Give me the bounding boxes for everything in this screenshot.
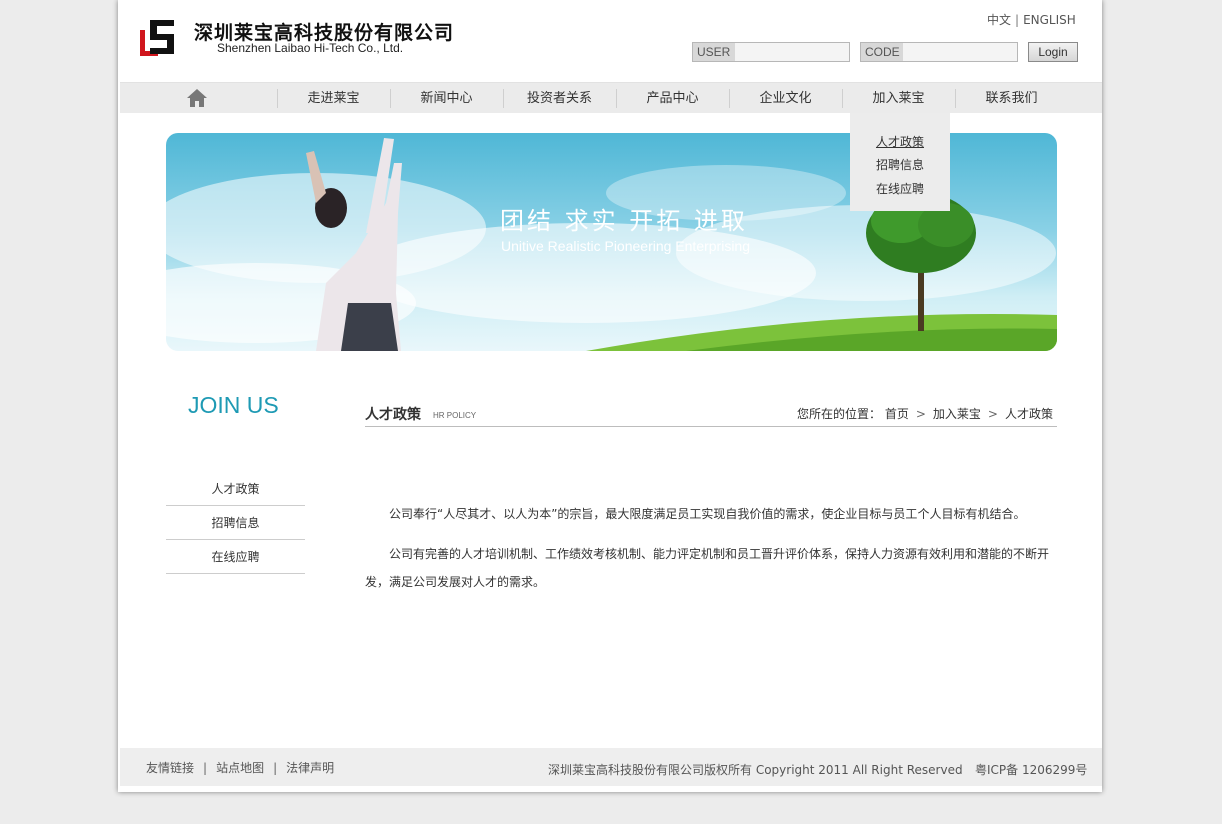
- footer: 友情链接 | 站点地图 | 法律声明 深圳莱宝高科技股份有限公司版权所有 Copyrig…: [120, 748, 1102, 786]
- page-frame: 深圳莱宝高科技股份有限公司 Shenzhen Laibao Hi-Tech Co…: [118, 0, 1102, 792]
- language-switcher: 中文 | ENGLISH: [987, 11, 1076, 28]
- logo-mark-icon: [140, 20, 174, 56]
- footer-links: 友情链接 | 站点地图 | 法律声明: [146, 759, 334, 776]
- join-dropdown-menu: 人才政策 招聘信息 在线应聘: [850, 113, 950, 211]
- dropdown-item-hr-policy[interactable]: 人才政策: [850, 133, 950, 150]
- nav-item-culture[interactable]: 企业文化: [729, 83, 842, 114]
- nav-item-products[interactable]: 产品中心: [616, 83, 729, 114]
- dropdown-item-recruitment[interactable]: 招聘信息: [850, 156, 950, 173]
- footer-separator: |: [203, 761, 208, 775]
- lang-separator: |: [1015, 13, 1020, 27]
- code-label: CODE: [861, 43, 903, 61]
- breadcrumb-current: 人才政策: [1004, 407, 1053, 421]
- user-label: USER: [693, 43, 735, 61]
- nav-item-contact[interactable]: 联系我们: [955, 83, 1068, 114]
- user-field: USER: [692, 42, 850, 62]
- login-button[interactable]: Login: [1028, 42, 1078, 62]
- nav-item-join[interactable]: 加入莱宝: [842, 83, 955, 114]
- chevron-right-icon: >: [915, 407, 926, 421]
- sidebar-item-hr-policy[interactable]: 人才政策: [166, 472, 305, 506]
- icp-number: 粤ICP备 1206299号: [975, 763, 1088, 777]
- sidebar-item-recruitment[interactable]: 招聘信息: [166, 506, 305, 540]
- company-logo[interactable]: 深圳莱宝高科技股份有限公司 Shenzhen Laibao Hi-Tech Co…: [140, 16, 453, 58]
- code-field: CODE: [860, 42, 1018, 62]
- footer-link-legal[interactable]: 法律声明: [286, 761, 334, 775]
- footer-link-friends[interactable]: 友情链接: [146, 761, 194, 775]
- breadcrumb-label: 您所在的位置：: [796, 407, 881, 421]
- content-header: 人才政策 HR POLICY 您所在的位置： 首页 > 加入莱宝 > 人才政策: [365, 404, 1057, 427]
- footer-separator: |: [273, 761, 278, 775]
- content-paragraph: 公司有完善的人才培训机制、工作绩效考核机制、能力评定机制和员工晋升评价体系，保持…: [365, 547, 1050, 589]
- nav-item-about[interactable]: 走进莱宝: [277, 83, 390, 114]
- page-title: 人才政策: [365, 407, 421, 423]
- banner-slogan-en: Unitive Realistic Pioneering Enterprisin…: [501, 238, 751, 254]
- breadcrumb-join[interactable]: 加入莱宝: [933, 407, 981, 421]
- home-icon[interactable]: [186, 88, 208, 108]
- banner-slogan-cn: 团结 求实 开拓 进取: [500, 207, 748, 235]
- company-name-en: Shenzhen Laibao Hi-Tech Co., Ltd.: [217, 41, 404, 55]
- content-paragraph: 公司奉行“人尽其才、以人为本”的宗旨，最大限度满足员工实现自我价值的需求，使企业…: [389, 507, 1026, 521]
- nav-item-news[interactable]: 新闻中心: [390, 83, 503, 114]
- sidebar-item-apply-online[interactable]: 在线应聘: [166, 540, 305, 574]
- breadcrumb-home[interactable]: 首页: [885, 407, 909, 421]
- copyright-text: 深圳莱宝高科技股份有限公司版权所有 Copyright 2011 All Rig…: [548, 763, 963, 777]
- breadcrumb: 您所在的位置： 首页 > 加入莱宝 > 人才政策: [797, 405, 1053, 422]
- chevron-right-icon: >: [987, 407, 998, 421]
- dropdown-item-apply-online[interactable]: 在线应聘: [850, 180, 950, 197]
- lang-chinese-link[interactable]: 中文: [987, 13, 1011, 27]
- nav-item-investors[interactable]: 投资者关系: [503, 83, 616, 114]
- user-input[interactable]: [735, 43, 849, 61]
- footer-link-sitemap[interactable]: 站点地图: [216, 761, 264, 775]
- sidebar-title: JOIN US: [188, 392, 279, 418]
- page-subtitle: HR POLICY: [433, 411, 477, 420]
- code-input[interactable]: [903, 43, 1017, 61]
- main-nav: 走进莱宝 新闻中心 投资者关系 产品中心 企业文化 加入莱宝 联系我们: [120, 82, 1102, 113]
- lang-english-link[interactable]: ENGLISH: [1023, 13, 1076, 27]
